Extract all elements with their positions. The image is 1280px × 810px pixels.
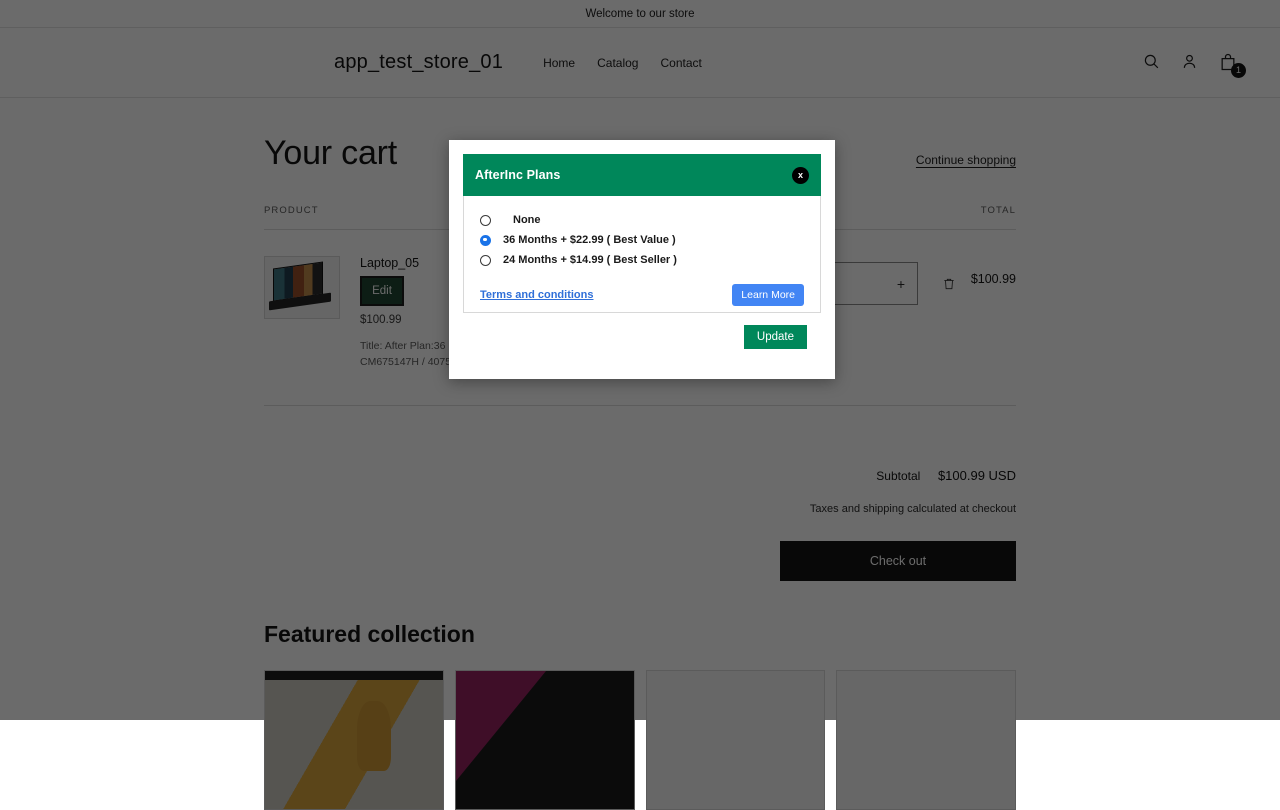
modal-footer-links: Terms and conditions Learn More (480, 284, 804, 306)
modal-inner: AfterInc Plans x None 36 Months + $22.99… (449, 140, 835, 349)
plan-option-none-label: None (513, 214, 541, 226)
radio-icon-36-months[interactable] (480, 235, 491, 246)
plan-option-36-months-label: 36 Months + $22.99 ( Best Value ) (503, 234, 676, 246)
close-icon[interactable]: x (792, 167, 809, 184)
update-button[interactable]: Update (744, 325, 807, 349)
plan-option-none[interactable]: None (480, 210, 804, 230)
radio-icon-24-months[interactable] (480, 255, 491, 266)
modal-actions: Update (463, 313, 821, 349)
plan-option-24-months[interactable]: 24 Months + $14.99 ( Best Seller ) (480, 250, 804, 270)
modal-title: AfterInc Plans (475, 168, 560, 182)
terms-and-conditions-link[interactable]: Terms and conditions (480, 289, 593, 301)
radio-icon-none[interactable] (480, 215, 491, 226)
plan-option-36-months[interactable]: 36 Months + $22.99 ( Best Value ) (480, 230, 804, 250)
modal-header: AfterInc Plans x (463, 154, 821, 196)
learn-more-button[interactable]: Learn More (732, 284, 804, 306)
afterinc-plans-modal: AfterInc Plans x None 36 Months + $22.99… (449, 140, 835, 379)
modal-body: None 36 Months + $22.99 ( Best Value ) 2… (463, 196, 821, 313)
plan-option-24-months-label: 24 Months + $14.99 ( Best Seller ) (503, 254, 677, 266)
